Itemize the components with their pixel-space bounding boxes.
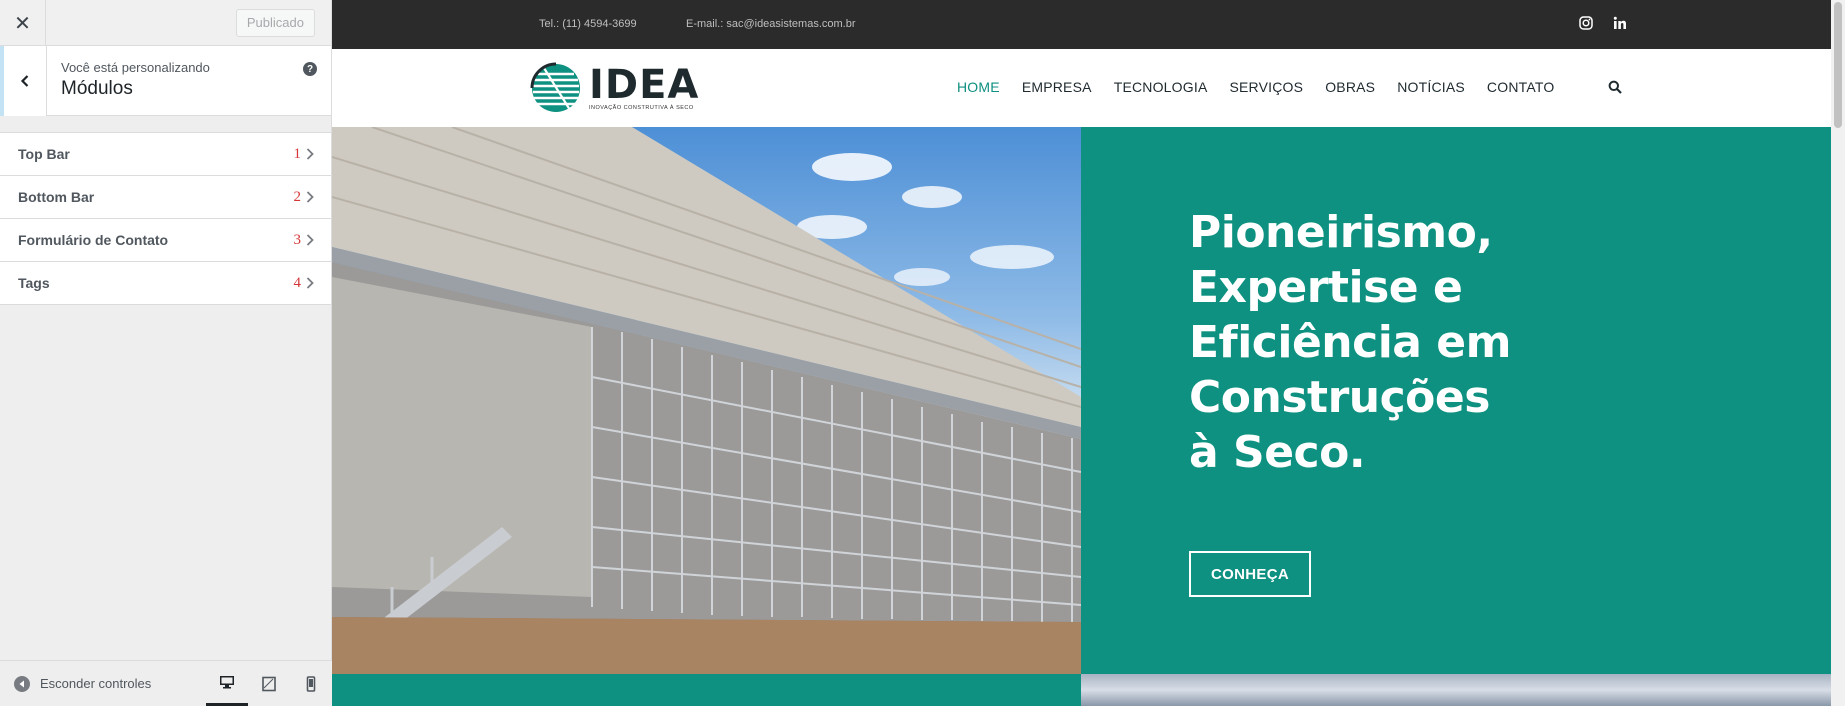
menu-item-home[interactable]: HOME <box>957 79 1000 95</box>
main-menu: HOME EMPRESA TECNOLOGIA SERVIÇOS OBRAS N… <box>957 79 1576 95</box>
chevron-left-icon <box>20 75 29 87</box>
publish-button[interactable]: Publicado <box>235 8 315 37</box>
next-section-teal-band <box>332 674 1081 706</box>
module-item-label: Bottom Bar <box>18 189 95 205</box>
tablet-preview-button[interactable] <box>248 661 290 706</box>
module-item-number: 2 <box>293 188 302 205</box>
site-preview: Tel.: (11) 4594-3699 E-mail.: sac@ideasi… <box>332 0 1831 706</box>
chevron-right-icon <box>305 276 315 290</box>
back-button[interactable] <box>0 46 47 116</box>
page-scrollbar[interactable] <box>1831 0 1845 706</box>
menu-item-contato[interactable]: CONTATO <box>1487 79 1555 95</box>
mobile-icon <box>306 675 316 692</box>
device-preview-switcher <box>206 661 332 706</box>
hero-cta-button[interactable]: CONHEÇA <box>1189 551 1311 597</box>
mobile-preview-button[interactable] <box>290 661 332 706</box>
site-topbar: Tel.: (11) 4594-3699 E-mail.: sac@ideasi… <box>332 0 1831 49</box>
module-list: Top Bar 1 Bottom Bar 2 Formulário de Con… <box>0 132 331 305</box>
desktop-icon <box>220 675 234 688</box>
logo-globe-icon <box>530 62 580 112</box>
menu-item-obras[interactable]: OBRAS <box>1325 79 1375 95</box>
menu-item-empresa[interactable]: EMPRESA <box>1022 79 1092 95</box>
module-item-contact-form[interactable]: Formulário de Contato 3 <box>0 219 331 262</box>
module-item-number: 1 <box>293 145 302 162</box>
section-subtitle: Você está personalizando <box>61 60 210 75</box>
logo-tagline: INOVAÇÃO CONSTRUTIVA À SECO <box>589 104 694 111</box>
section-title: Módulos <box>61 78 133 99</box>
hero-construction-photo <box>332 127 1081 674</box>
site-navbar: IDEA INOVAÇÃO CONSTRUTIVA À SECO HOME EM… <box>332 49 1831 127</box>
module-item-top-bar[interactable]: Top Bar 1 <box>0 133 331 176</box>
search-icon[interactable] <box>1608 80 1624 96</box>
customizer-header: ✕ Publicado <box>0 0 331 46</box>
module-item-number: 4 <box>293 274 302 291</box>
menu-item-noticias[interactable]: NOTÍCIAS <box>1397 79 1465 95</box>
module-item-number: 3 <box>293 231 302 248</box>
close-icon[interactable]: ✕ <box>0 0 46 46</box>
hero-panel: Pioneirismo, Expertise e Eficiência em C… <box>1081 127 1831 674</box>
logo-text: IDEA INOVAÇÃO CONSTRUTIVA À SECO <box>589 61 700 111</box>
module-item-bottom-bar[interactable]: Bottom Bar 2 <box>0 176 331 219</box>
section-title-wrap: Você está personalizando Módulos <box>47 46 331 115</box>
section-title-bar: Você está personalizando Módulos ? <box>0 46 331 116</box>
collapse-sidebar-icon[interactable] <box>14 675 30 692</box>
hero-heading: Pioneirismo, Expertise e Eficiência em C… <box>1189 207 1511 478</box>
scrollbar-thumb[interactable] <box>1834 2 1842 128</box>
chevron-right-icon <box>305 233 315 247</box>
tablet-icon <box>262 676 276 691</box>
customizer-sidebar: ✕ Publicado Você está personalizando Mód… <box>0 0 332 706</box>
chevron-right-icon <box>305 190 315 204</box>
logo-name: IDEA <box>589 61 700 108</box>
menu-item-tecnologia[interactable]: TECNOLOGIA <box>1114 79 1208 95</box>
topbar-email[interactable]: E-mail.: sac@ideasistemas.com.br <box>686 18 856 30</box>
instagram-icon[interactable] <box>1579 16 1595 32</box>
chevron-right-icon <box>305 147 315 161</box>
hide-controls-button[interactable]: Esconder controles <box>40 676 151 691</box>
menu-item-servicos[interactable]: SERVIÇOS <box>1229 79 1303 95</box>
next-section-photo <box>1081 674 1831 706</box>
module-item-label: Tags <box>18 275 50 291</box>
hero-section: Pioneirismo, Expertise e Eficiência em C… <box>332 127 1831 674</box>
help-icon[interactable]: ? <box>303 62 317 76</box>
customizer-footer: Esconder controles <box>0 660 332 706</box>
desktop-preview-button[interactable] <box>206 661 248 706</box>
module-item-tags[interactable]: Tags 4 <box>0 262 331 305</box>
module-item-label: Formulário de Contato <box>18 232 169 248</box>
site-logo[interactable]: IDEA INOVAÇÃO CONSTRUTIVA À SECO <box>530 62 699 114</box>
module-item-label: Top Bar <box>18 146 70 162</box>
topbar-phone: Tel.: (11) 4594-3699 <box>539 18 637 30</box>
linkedin-icon[interactable] <box>1613 16 1629 32</box>
